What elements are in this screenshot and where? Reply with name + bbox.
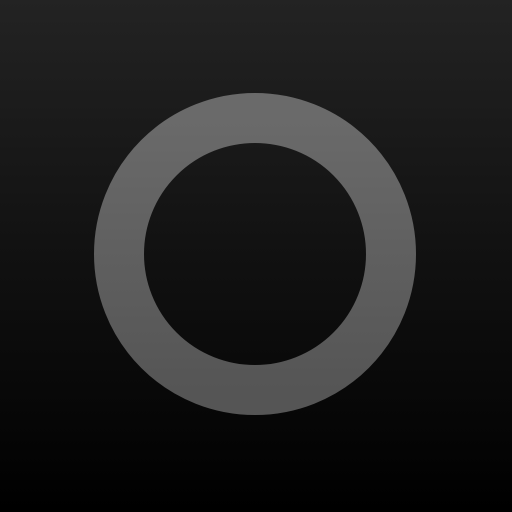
- app-icon-canvas: [0, 0, 512, 512]
- circle-ring-icon: [94, 93, 416, 415]
